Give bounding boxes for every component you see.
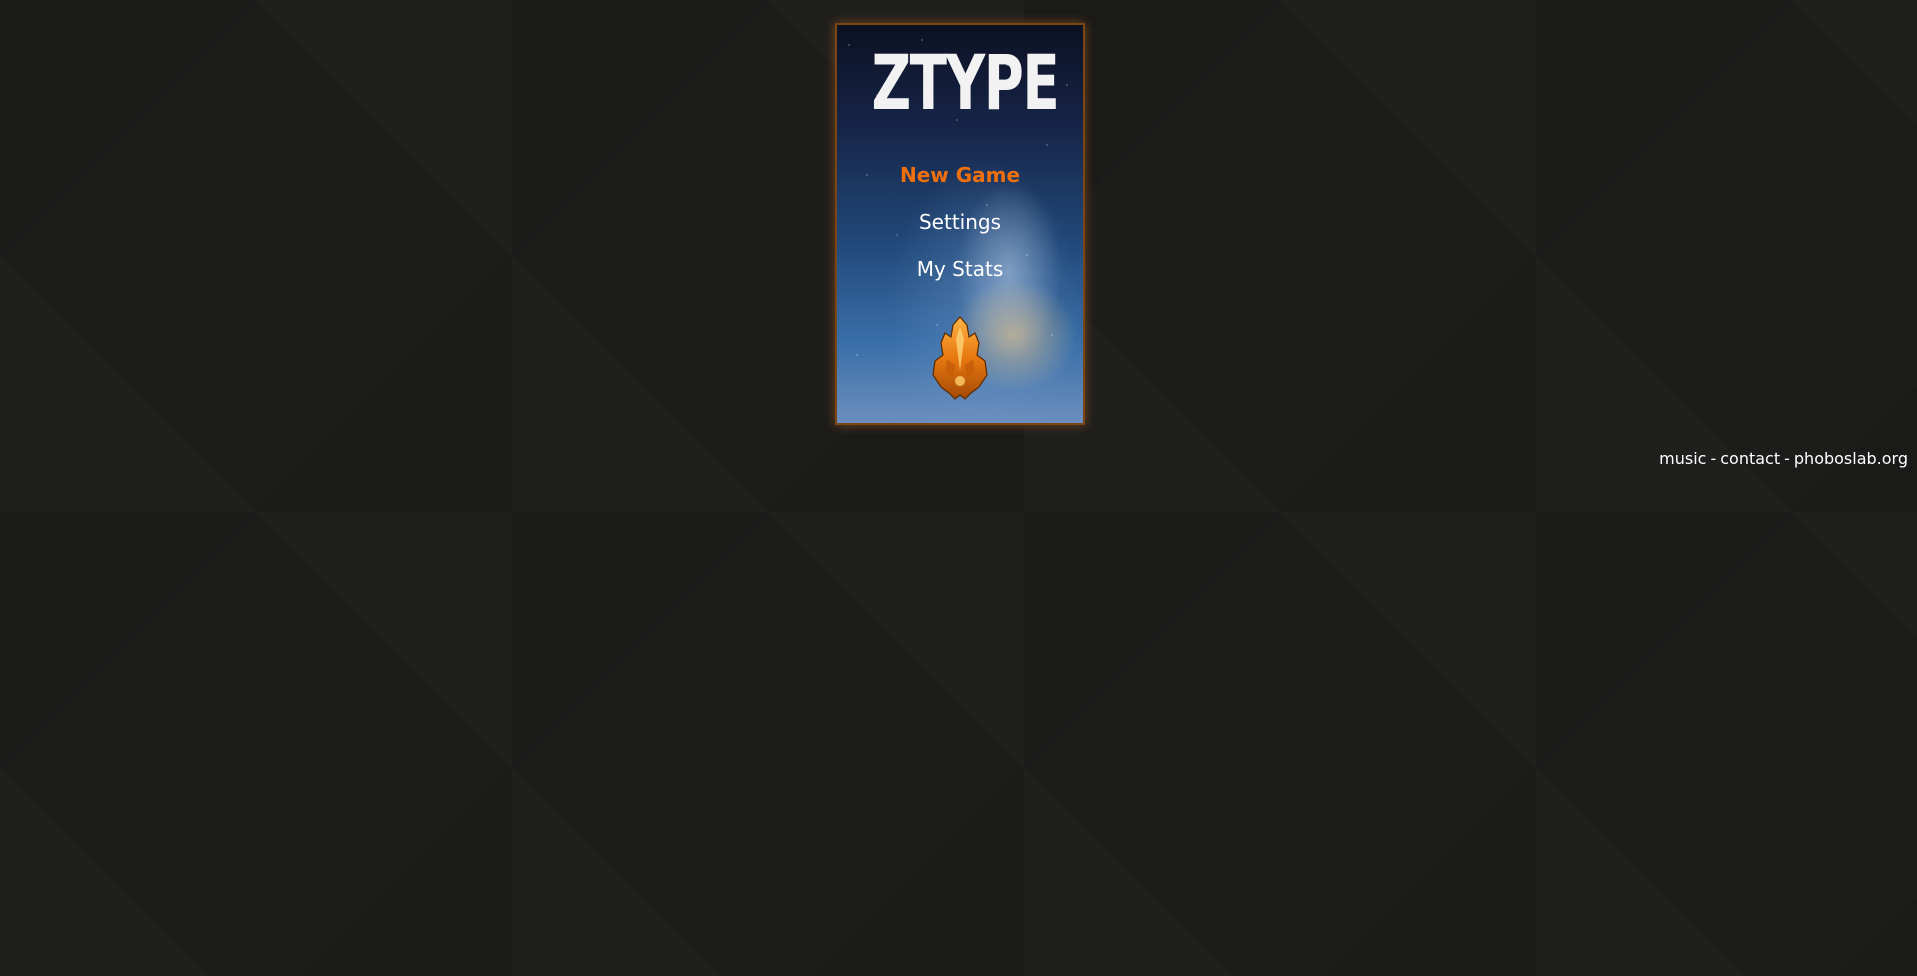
my-stats-button[interactable]: My Stats [837, 249, 1083, 296]
settings-button[interactable]: Settings [837, 202, 1083, 249]
contact-link[interactable]: contact [1720, 449, 1780, 468]
footer-links: music - contact - phoboslab.org [1659, 449, 1908, 468]
player-ship-icon [932, 316, 988, 400]
footer-separator: - [1710, 449, 1717, 468]
phoboslab-link[interactable]: phoboslab.org [1794, 449, 1908, 468]
music-link[interactable]: music [1659, 449, 1706, 468]
footer-separator: - [1784, 449, 1790, 468]
game-title: ZTYPE [871, 38, 1059, 127]
game-canvas[interactable]: ZTYPE New Game Settings My Stats [835, 23, 1085, 425]
main-menu: New Game Settings My Stats [837, 155, 1083, 296]
new-game-button[interactable]: New Game [837, 155, 1083, 202]
